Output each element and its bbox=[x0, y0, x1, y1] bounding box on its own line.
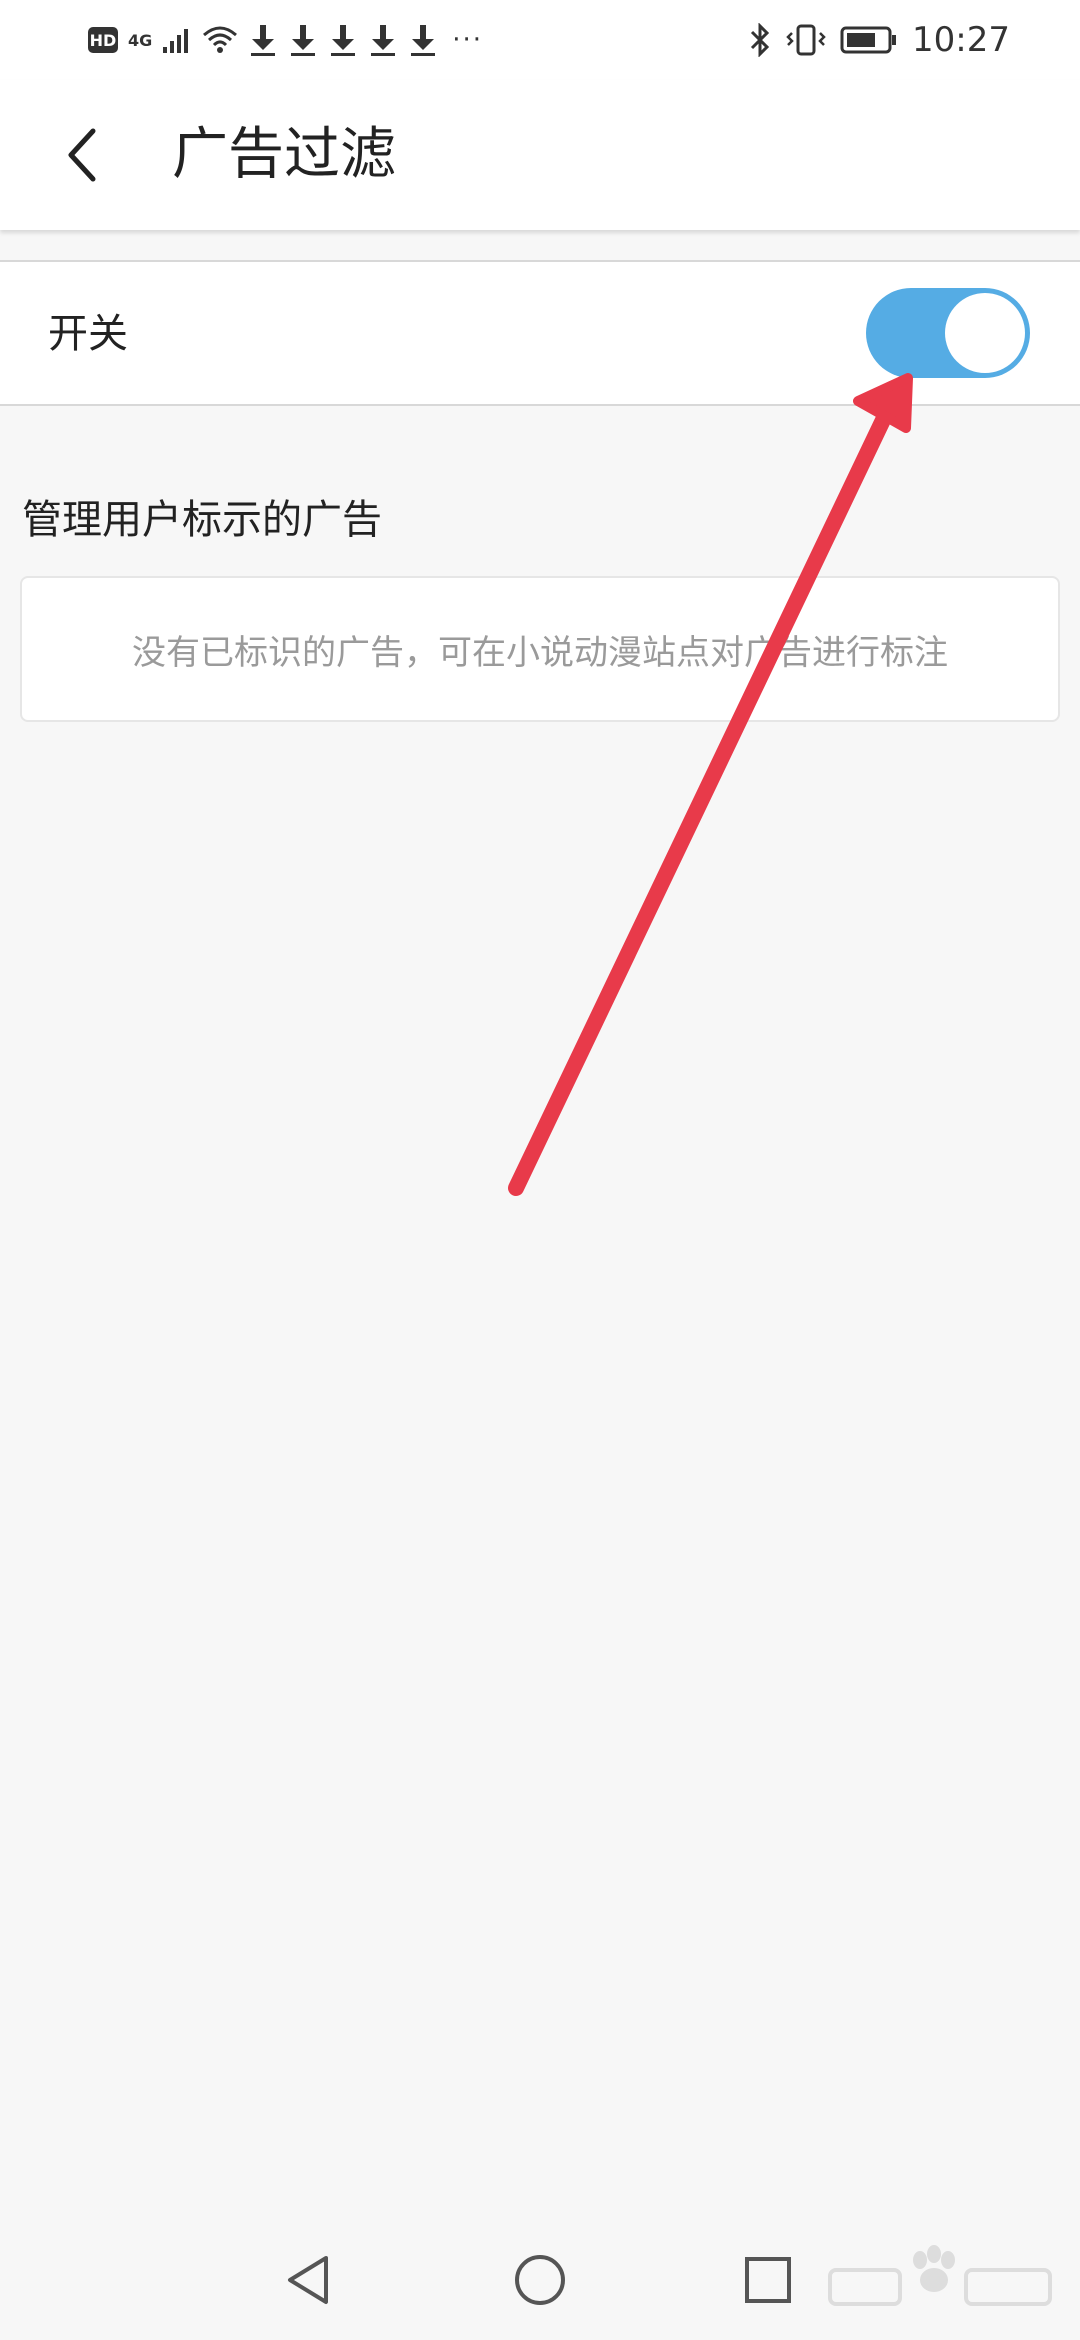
download-icon bbox=[291, 25, 316, 56]
nav-home-button[interactable] bbox=[502, 2242, 578, 2318]
annotation-arrow-shaft bbox=[508, 410, 892, 1196]
toggle-knob bbox=[945, 293, 1025, 373]
download-icon bbox=[411, 25, 436, 56]
more-dots-icon: ··· bbox=[452, 25, 484, 55]
back-triangle-icon bbox=[288, 2256, 328, 2304]
nav-back-button[interactable] bbox=[270, 2242, 346, 2318]
status-bar: HD 4G ··· 10:27 bbox=[0, 0, 1080, 80]
empty-ads-message: 没有已标识的广告，可在小说动漫站点对广告进行标注 bbox=[132, 632, 948, 673]
status-bar-right: 10:27 bbox=[748, 18, 1010, 62]
vibrate-icon bbox=[786, 24, 826, 56]
signal-icon bbox=[163, 29, 189, 53]
back-button[interactable] bbox=[52, 118, 112, 192]
switch-label: 开关 bbox=[48, 311, 128, 357]
ad-filter-switch-row[interactable]: 开关 bbox=[0, 260, 1080, 406]
nav-recent-button[interactable] bbox=[730, 2242, 806, 2318]
chevron-left-icon bbox=[68, 128, 96, 182]
wifi-icon bbox=[203, 26, 238, 53]
bluetooth-icon bbox=[750, 23, 770, 57]
baidu-watermark-logo bbox=[828, 2245, 1052, 2306]
status-bar-left: HD 4G ··· bbox=[88, 18, 483, 62]
home-circle-icon bbox=[515, 2255, 565, 2305]
clock-time: 10:27 bbox=[912, 20, 1010, 60]
network-type-label: 4G bbox=[128, 30, 153, 50]
empty-ads-card: 没有已标识的广告，可在小说动漫站点对广告进行标注 bbox=[20, 576, 1060, 722]
app-bar: 广告过滤 bbox=[0, 80, 1080, 230]
battery-icon bbox=[840, 26, 897, 54]
download-icon bbox=[371, 25, 396, 56]
page-title: 广告过滤 bbox=[172, 122, 396, 187]
section-title: 管理用户标示的广告 bbox=[22, 497, 382, 543]
download-icon bbox=[331, 25, 356, 56]
recent-square-icon bbox=[745, 2257, 791, 2303]
download-icon bbox=[251, 25, 276, 56]
hd-icon: HD bbox=[88, 27, 118, 53]
ad-filter-toggle[interactable] bbox=[866, 288, 1030, 378]
